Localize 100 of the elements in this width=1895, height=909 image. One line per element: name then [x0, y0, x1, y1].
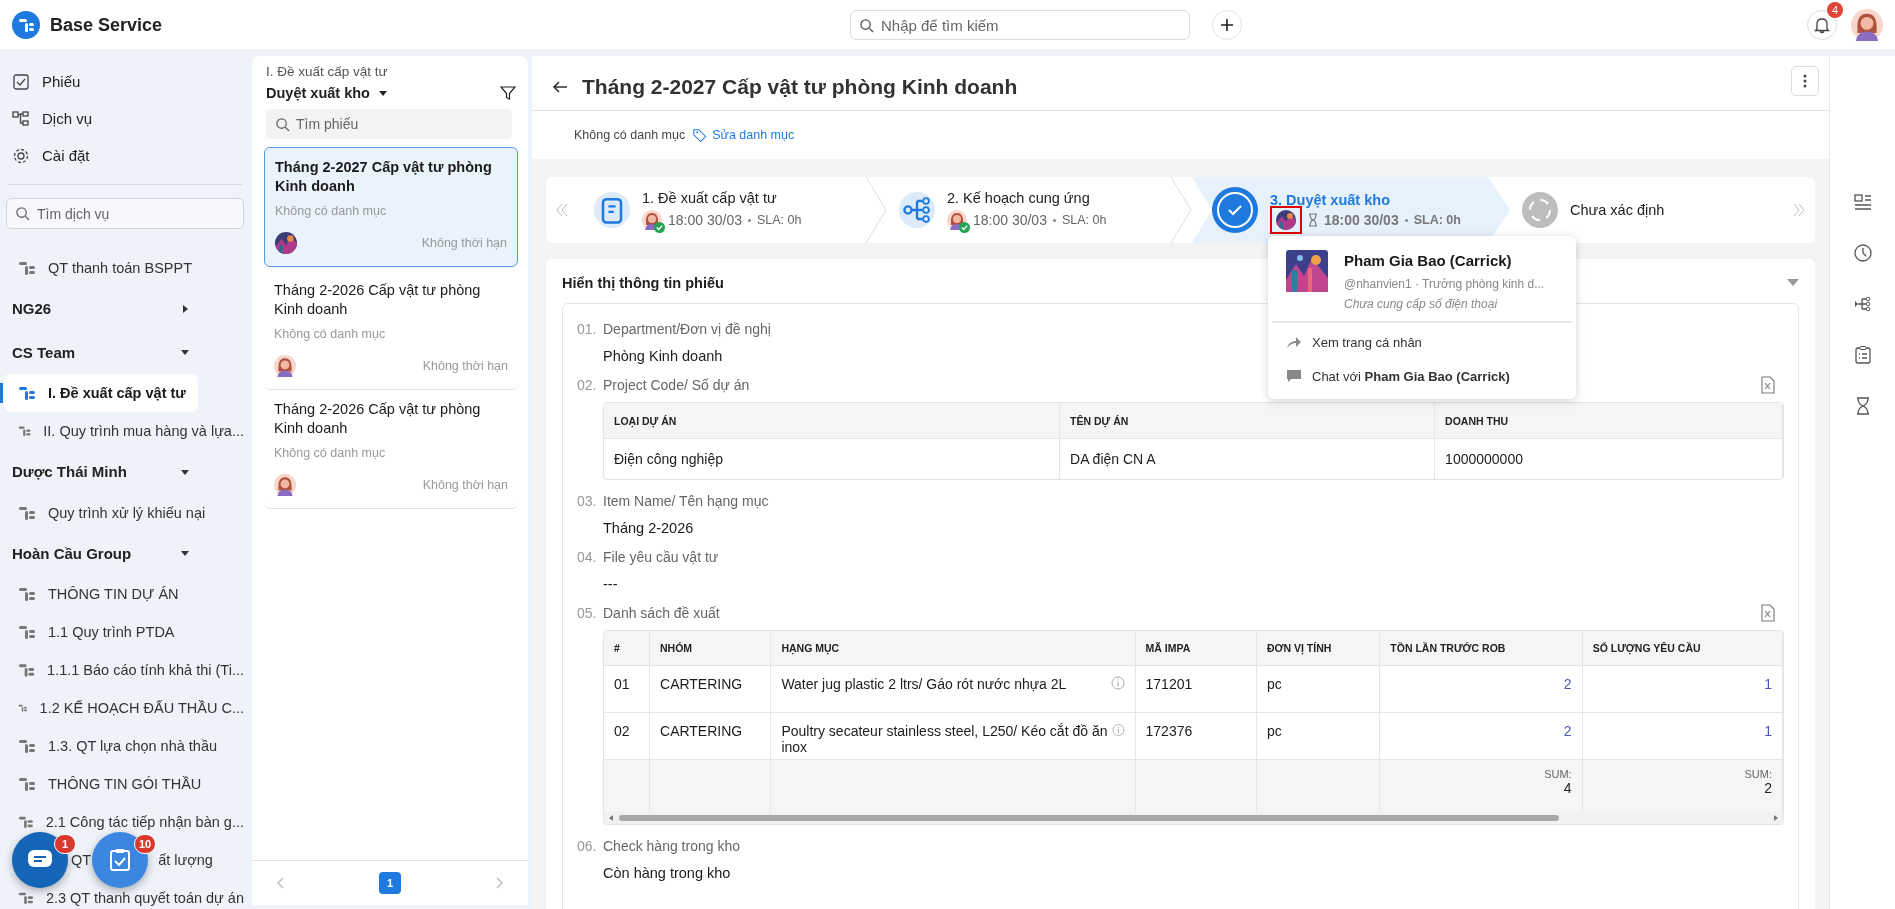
- workflow-step[interactable]: 2. Kế hoạch cung ứng 18:00 30/03 SLA: 0h: [886, 177, 1170, 243]
- hourglass-icon: [1307, 213, 1318, 227]
- sidebar-item[interactable]: 1.1 Quy trình PTDA: [4, 613, 244, 651]
- field-number: 02.: [577, 377, 598, 393]
- step-label: 3. Duyệt xuất kho: [1269, 192, 1391, 208]
- more-icon: [1803, 74, 1807, 88]
- field-value: Phòng Kinh doanh: [603, 348, 723, 364]
- column-header: SỐ LƯỢNG YÊU CẦU: [1582, 631, 1783, 666]
- workflow-step[interactable]: 3. Duyệt xuất kho 18:00 30/03 SLA: 0h: [1191, 177, 1510, 243]
- column-header: MÃ IMPA: [1135, 631, 1257, 666]
- nav-item[interactable]: Dịch vụ: [8, 100, 101, 137]
- ticket-title: Tháng 2-2027 Cấp vật tư phòng Kinh doanh: [275, 158, 493, 196]
- table-cell: 1000000000: [1445, 451, 1523, 467]
- table-cell: 1: [1764, 723, 1772, 739]
- next-page-icon: [494, 877, 504, 889]
- sidebar-item[interactable]: II. Quy trình mua hàng và lựa...: [4, 412, 244, 450]
- workflow-step[interactable]: 1. Đề xuất cấp vật tư 18:00 30/03 SLA: 0h: [582, 177, 865, 243]
- ticket-card[interactable]: Tháng 2-2027 Cấp vật tư phòng Kinh doanh Không có danh mục Không thời hạn: [264, 147, 518, 267]
- field-label: Danh sách đề xuất: [603, 605, 720, 621]
- sidebar-item[interactable]: QT thanh toán BSPPT: [4, 249, 244, 287]
- form-icon: [594, 192, 630, 228]
- breadcrumb: I. Đề xuất cấp vật tư: [265, 63, 389, 79]
- field-label: Check hàng trong kho: [603, 838, 740, 854]
- ticket-title: Tháng 2-2027 Cấp vật tư phòng Kinh doanh: [582, 75, 1018, 99]
- gear-icon: [12, 146, 30, 165]
- nav-item[interactable]: Phiếu: [8, 63, 89, 100]
- horizontal-scrollbar[interactable]: [604, 812, 1783, 824]
- notification-badge: 4: [1827, 2, 1843, 18]
- tasks-badge: 10: [134, 834, 156, 854]
- nav-item[interactable]: Cài đặt: [8, 137, 98, 174]
- sidebar-item[interactable]: 2.1 Công tác tiếp nhận bàn g...: [45, 814, 244, 830]
- page-button[interactable]: 1: [379, 872, 401, 894]
- service-icon: [18, 737, 36, 755]
- sidebar-item[interactable]: 1.1.1 Báo cáo tính khả thi (Ti...: [4, 651, 244, 689]
- chat-icon: [1286, 369, 1302, 383]
- add-button[interactable]: [1212, 10, 1242, 40]
- workflow-step[interactable]: Chưa xác định: [1510, 177, 1793, 243]
- field-number: 04.: [577, 549, 598, 565]
- sidebar-item[interactable]: QT: [71, 852, 92, 868]
- service-icon: [18, 661, 36, 679]
- service-icon: [18, 384, 36, 402]
- filter-icon: [500, 85, 516, 101]
- phone-note: Chưa cung cấp số điện thoại: [1344, 297, 1499, 311]
- field-number: 05.: [577, 605, 598, 621]
- ticket-deadline: Không thời hạn: [422, 478, 508, 492]
- ticket-card[interactable]: Tháng 2-2026 Cấp vật tư phòng Kinh doanh Không có danh mục Không thời hạn: [264, 271, 518, 390]
- flow-icon: [1852, 294, 1873, 314]
- column-header: #: [604, 631, 650, 666]
- clock-icon: [1852, 243, 1873, 263]
- sidebar-item[interactable]: 1.2 KẾ HOẠCH ĐẤU THẦU C...: [4, 689, 244, 727]
- ticket-card[interactable]: Tháng 2-2026 Cấp vật tư phòng Kinh doanh Không có danh mục Không thời hạn: [264, 390, 518, 509]
- back-arrow-icon: [552, 79, 568, 95]
- sidebar-item[interactable]: ất lượng: [158, 852, 213, 868]
- plus-icon: [1220, 18, 1234, 32]
- search-icon: [15, 206, 30, 221]
- step-label: 2. Kế hoạch cung ứng: [946, 190, 1091, 206]
- edit-category-link[interactable]: Sửa danh mục: [693, 127, 795, 143]
- ticket-deadline: Không thời hạn: [422, 359, 508, 373]
- table-cell: Điện công nghiệp: [614, 451, 723, 467]
- checklist-icon: [1852, 345, 1873, 365]
- sum-caption: SUM:: [1744, 768, 1772, 780]
- done-badge-icon: [654, 222, 665, 233]
- scroll-right-icon: [1772, 814, 1780, 822]
- chevron-divider: [864, 177, 887, 243]
- ticket-deadline: Không thời hạn: [421, 236, 507, 250]
- column-header: TÊN DỰ ÁN: [1059, 403, 1435, 439]
- view-dropdown[interactable]: Duyệt xuất kho: [266, 85, 388, 101]
- user-subtitle: @nhanvien1 · Trưởng phòng kinh d...: [1344, 277, 1545, 291]
- section-title: Hiển thị thông tin phiếu: [562, 275, 724, 291]
- profile-link[interactable]: Xem trang cá nhân: [1272, 327, 1572, 357]
- table-cell: pc: [1266, 676, 1282, 692]
- flow-icon: [898, 192, 935, 228]
- sidebar-item[interactable]: THÔNG TIN DỰ ÁN: [4, 575, 244, 613]
- step-time: 18:00 30/03: [972, 212, 1047, 228]
- share-arrow-icon: [1286, 335, 1302, 349]
- sidebar-item[interactable]: THÔNG TIN GÓI THẦU: [4, 765, 244, 803]
- ticket-search-field[interactable]: Tìm phiếu: [266, 109, 512, 139]
- group-label: CS Team: [12, 343, 76, 361]
- sidebar-item[interactable]: 2.3 QT thanh quyết toán dự án: [45, 890, 244, 906]
- service-search-field[interactable]: Tìm dịch vụ: [6, 198, 244, 229]
- sum-caption: SUM:: [1544, 768, 1572, 780]
- step-time: 18:00 30/03: [668, 212, 742, 228]
- user-avatar: [1851, 9, 1883, 41]
- checkbox-icon: [12, 72, 30, 91]
- chat-link[interactable]: Chat với Pham Gia Bao (Carrick): [1272, 361, 1572, 391]
- service-icon: [18, 585, 36, 603]
- logo-icon: [12, 11, 40, 39]
- sidebar-item[interactable]: 1.3. QT lựa chọn nhà thầu: [4, 727, 244, 765]
- column-header: ĐƠN VỊ TÍNH: [1256, 631, 1380, 666]
- table-cell: 02: [614, 723, 630, 739]
- table-cell: 172376: [1145, 723, 1193, 739]
- search-icon: [859, 17, 874, 33]
- search-field[interactable]: Nhập để tìm kiếm: [850, 10, 1190, 40]
- sidebar-item[interactable]: Quy trình xử lý khiếu nại: [4, 493, 244, 532]
- export-excel-icon: [1760, 604, 1776, 622]
- ticket-category: Không có danh mục: [275, 204, 387, 218]
- group-label: Hoàn Cầu Group: [12, 544, 132, 562]
- field-label: Department/Đơn vị đề nghị: [603, 321, 771, 337]
- step-sla: SLA: 0h: [1413, 213, 1461, 227]
- chat-button[interactable]: [12, 832, 68, 888]
